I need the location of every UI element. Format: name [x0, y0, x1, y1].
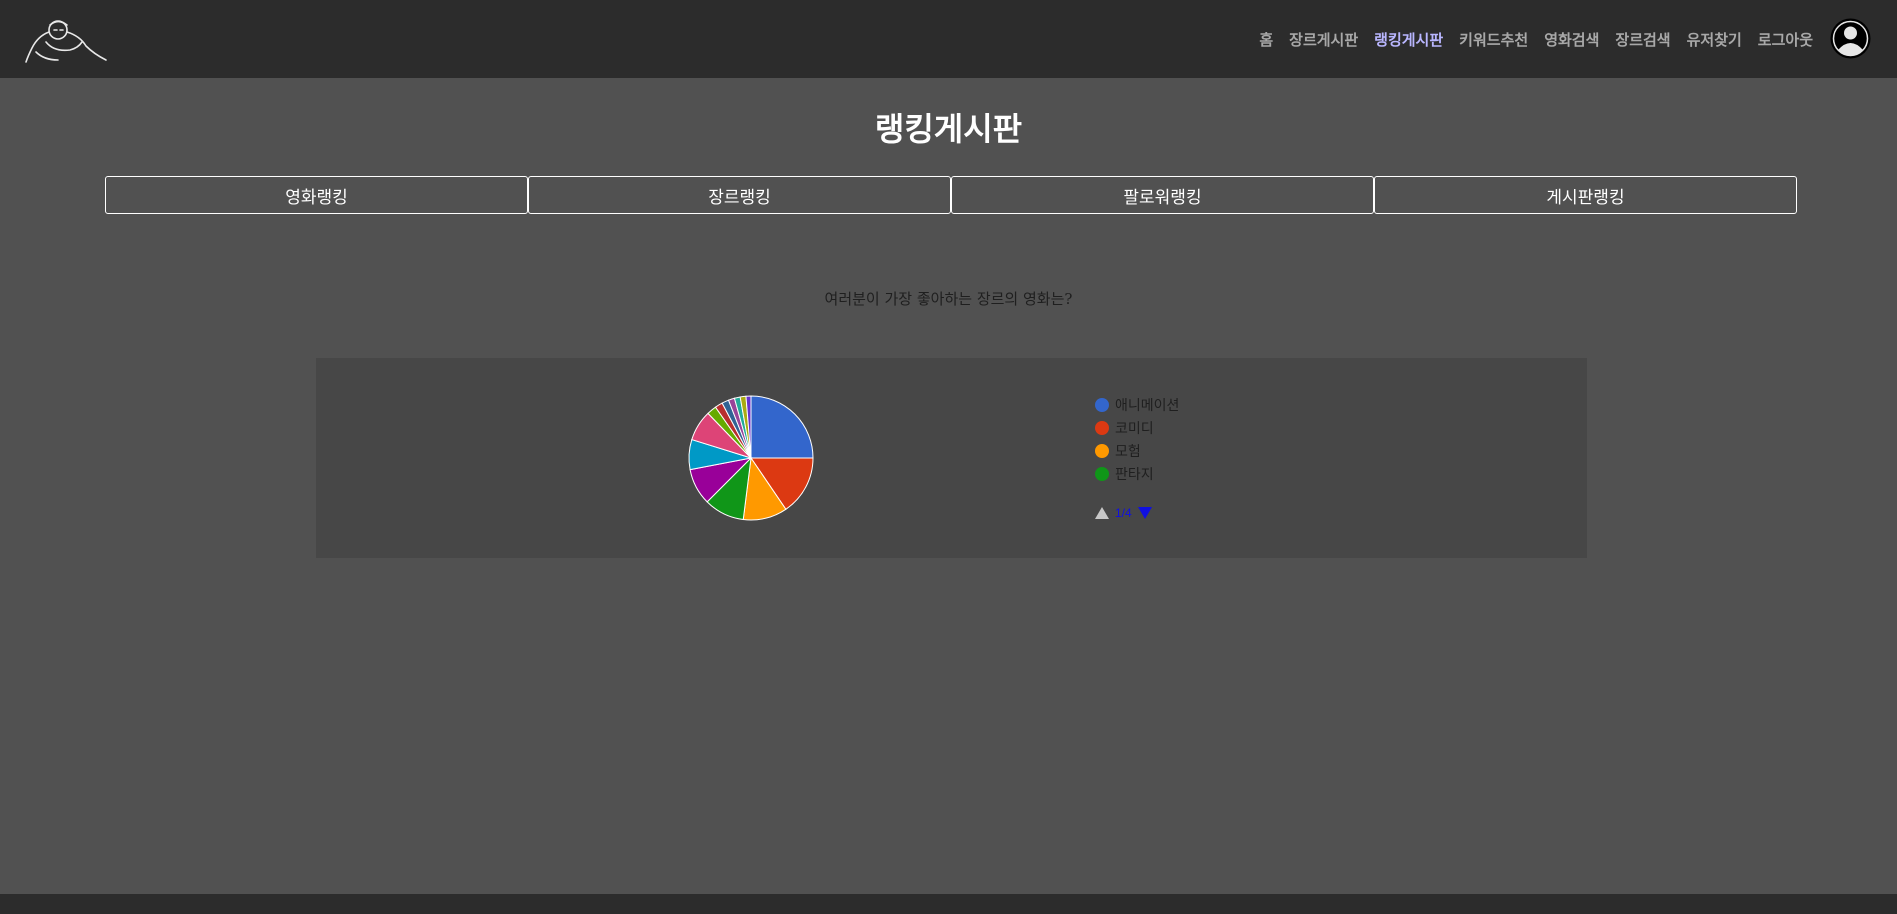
pager-up-arrow-icon[interactable] — [1095, 507, 1109, 519]
legend-label: 판타지 — [1115, 466, 1154, 483]
legend-dot — [1095, 397, 1109, 412]
tab-genre-ranking[interactable]: 장르랭킹 — [528, 176, 951, 214]
legend-label: 애니메이션 — [1115, 397, 1180, 414]
chart-question: 여러분이 가장 좋아하는 장르의 영화는? — [824, 290, 1073, 308]
chart-legend: 애니메이션 코미디 모험 판타지 1/4 — [1095, 393, 1179, 522]
legend-item[interactable]: 코미디 — [1095, 416, 1179, 439]
navbar: 홈 장르게시판 랭킹게시판 키워드추천 영화검색 장르검색 유저찾기 로그아웃 — [0, 0, 1897, 78]
nav-link-ranking-board[interactable]: 랭킹게시판 — [1374, 29, 1443, 50]
pie-chart — [688, 395, 814, 521]
nav-link-genre-search[interactable]: 장르검색 — [1615, 29, 1670, 50]
nav-link-keyword-recommend[interactable]: 키워드추천 — [1459, 29, 1528, 50]
legend-label: 모험 — [1115, 443, 1141, 460]
nav-link-home[interactable]: 홈 — [1259, 29, 1273, 50]
nav-links: 홈 장르게시판 랭킹게시판 키워드추천 영화검색 장르검색 유저찾기 로그아웃 — [1243, 0, 1813, 78]
avatar-icon[interactable] — [1830, 18, 1871, 59]
legend-item[interactable]: 판타지 — [1095, 462, 1179, 485]
nav-link-genre-board[interactable]: 장르게시판 — [1289, 29, 1358, 50]
legend-dot — [1095, 466, 1109, 481]
pager-indicator: 1/4 — [1115, 506, 1132, 520]
page-title: 랭킹게시판 — [874, 110, 1023, 148]
tab-movie-ranking[interactable]: 영화랭킹 — [105, 176, 528, 214]
ranking-tabs: 영화랭킹 장르랭킹 팔로워랭킹 게시판랭킹 — [105, 176, 1797, 214]
pager-down-arrow-icon[interactable] — [1137, 507, 1152, 519]
legend-dot — [1095, 443, 1109, 458]
footer — [0, 894, 1897, 914]
legend-label: 코미디 — [1115, 420, 1154, 437]
legend-pager: 1/4 — [1095, 504, 1179, 522]
legend-item[interactable]: 애니메이션 — [1095, 393, 1179, 416]
legend-dot — [1095, 420, 1109, 435]
nav-link-find-user[interactable]: 유저찾기 — [1687, 29, 1742, 50]
nav-link-logout[interactable]: 로그아웃 — [1758, 29, 1813, 50]
pie-slice-0[interactable] — [750, 395, 814, 459]
pie-chart-panel: 애니메이션 코미디 모험 판타지 1/4 — [316, 358, 1587, 558]
nav-link-movie-search[interactable]: 영화검색 — [1544, 29, 1599, 50]
tab-board-ranking[interactable]: 게시판랭킹 — [1374, 176, 1797, 214]
legend-item[interactable]: 모험 — [1095, 439, 1179, 462]
logo-icon[interactable] — [24, 12, 108, 66]
tab-follower-ranking[interactable]: 팔로워랭킹 — [951, 176, 1374, 214]
